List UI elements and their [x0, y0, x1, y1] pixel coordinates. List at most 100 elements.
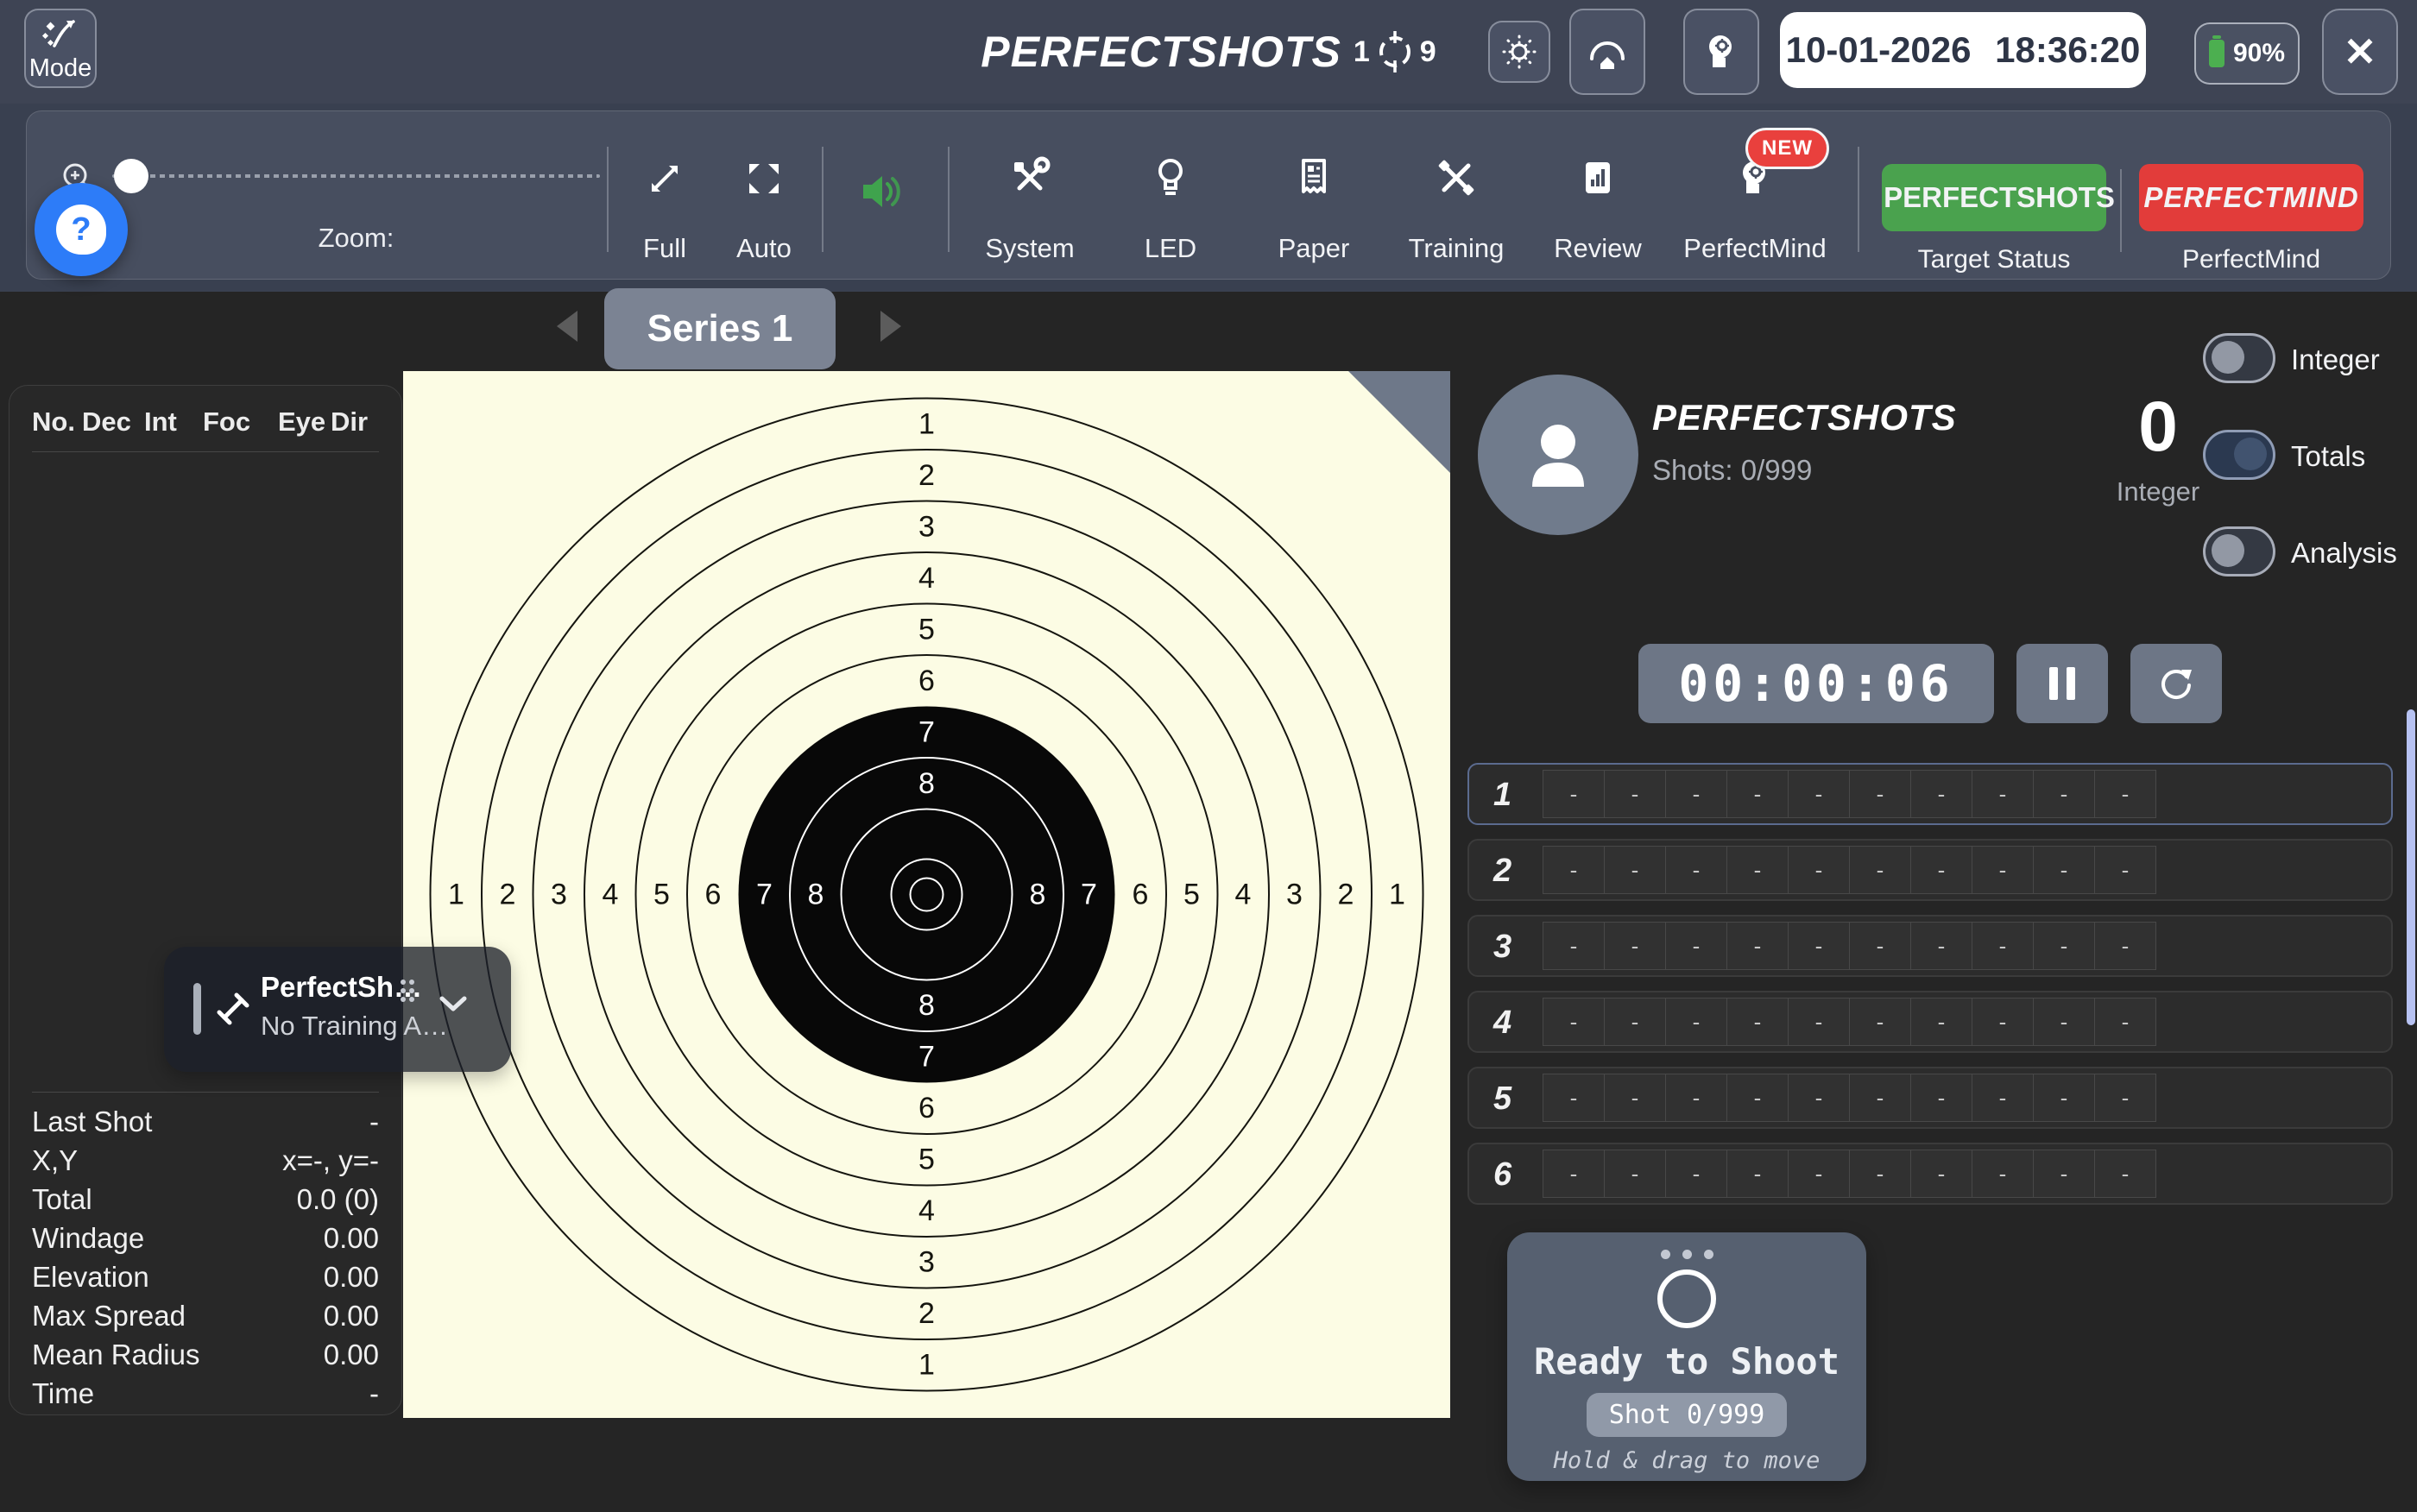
battery-indicator: 90%: [2194, 22, 2300, 85]
ring-number: 3: [1286, 879, 1303, 911]
ready-title: Ready to Shoot: [1534, 1340, 1840, 1383]
grab-bar-icon: [193, 983, 201, 1035]
score-cell: -: [2033, 770, 2095, 818]
row-number: 5: [1493, 1080, 1511, 1118]
scrollbar[interactable]: [2407, 709, 2415, 1025]
stat-row: Last Shot-: [32, 1102, 379, 1141]
zoom-slider-thumb[interactable]: [114, 159, 148, 193]
score-cell: -: [1849, 1150, 1911, 1198]
score-cell: -: [1726, 846, 1789, 894]
drag-dots-icon[interactable]: [399, 978, 416, 1004]
series-row[interactable]: 5----------: [1467, 1067, 2393, 1129]
score-cell: -: [2094, 998, 2156, 1046]
toggle-integer[interactable]: [2203, 333, 2275, 383]
ring-number: 3: [918, 511, 935, 544]
brightness-sun-icon: [1500, 33, 1538, 71]
column-header: No.: [32, 406, 82, 438]
reset-button[interactable]: [2130, 644, 2222, 723]
score-cell: -: [1972, 846, 2034, 894]
toolbar-item-training[interactable]: Training: [1400, 145, 1512, 266]
ring-number: 5: [918, 1143, 935, 1176]
stat-row: X,Yx=-, y=-: [32, 1141, 379, 1180]
toolbar-item-system[interactable]: System: [974, 145, 1086, 266]
stat-label: Max Spread: [32, 1300, 186, 1332]
datetime-display[interactable]: 10-01-2026 18:36:20: [1780, 12, 2146, 88]
series-row[interactable]: 6----------: [1467, 1143, 2393, 1205]
score-cell: -: [1543, 922, 1605, 970]
score-cell: -: [2094, 1150, 2156, 1198]
perfectmind-label: PerfectMind: [1683, 233, 1826, 266]
scope-arc-icon: [1585, 29, 1630, 74]
score-cell: -: [1665, 922, 1727, 970]
score-cell: -: [1726, 770, 1789, 818]
stat-row: Elevation0.00: [32, 1257, 379, 1296]
stat-value: 0.00: [324, 1300, 379, 1332]
ready-to-shoot-card[interactable]: Ready to Shoot Shot 0/999 Hold & drag to…: [1507, 1232, 1866, 1481]
ring-number: 2: [1338, 879, 1354, 911]
brightness-button[interactable]: [1488, 21, 1550, 83]
series-row[interactable]: 3----------: [1467, 915, 2393, 977]
score-cell: -: [1726, 1150, 1789, 1198]
divider: [32, 1092, 379, 1093]
toggle-integer-label: Integer: [2291, 343, 2380, 376]
score-cell: -: [1665, 1074, 1727, 1122]
row-number: 4: [1493, 1005, 1511, 1042]
help-button[interactable]: ?: [35, 183, 128, 276]
auto-expand-icon: [742, 157, 786, 200]
score-cell: -: [1604, 922, 1666, 970]
auto-button[interactable]: Auto: [716, 145, 811, 266]
profile-name: PERFECTSHOTS: [1652, 397, 1957, 438]
series-selector[interactable]: Series 1: [604, 288, 836, 369]
series-row[interactable]: 4 ----------: [1467, 991, 2393, 1053]
score-cell: -: [1604, 770, 1666, 818]
score-cell: -: [1543, 1074, 1605, 1122]
toolbar-item-led[interactable]: LED: [1114, 145, 1227, 266]
perfectmind-header-button[interactable]: [1683, 9, 1759, 95]
next-series-button[interactable]: [880, 311, 901, 342]
series-row[interactable]: 2----------: [1467, 839, 2393, 901]
ring-number: 8: [918, 989, 935, 1022]
score-cell: -: [1604, 1074, 1666, 1122]
stat-label: Total: [32, 1183, 92, 1216]
toolbar-item-review[interactable]: Review: [1542, 145, 1654, 266]
toolbar-item-paper[interactable]: Paper: [1258, 145, 1370, 266]
score-cells: ----------: [1543, 1150, 2156, 1198]
full-label: Full: [643, 233, 686, 266]
toggle-totals[interactable]: [2203, 430, 2275, 480]
score-cell: -: [1788, 1074, 1850, 1122]
target-status-button[interactable]: PERFECTSHOTS: [1882, 164, 2106, 231]
score-cell: -: [1726, 1074, 1789, 1122]
ring-number: 8: [918, 767, 935, 800]
score-cell: -: [1788, 922, 1850, 970]
score-cells: ----------: [1543, 770, 2156, 818]
training-widget[interactable]: PerfectSh… No Training A…: [164, 947, 511, 1072]
prev-series-button[interactable]: [557, 311, 577, 342]
series-score-table: 1----------2----------3----------4------…: [1467, 763, 2393, 1219]
ring-number: 1: [918, 408, 935, 441]
toggle-analysis[interactable]: [2203, 526, 2275, 576]
close-icon: ✕: [2344, 28, 2377, 75]
sound-button[interactable]: [858, 169, 906, 214]
ring-number: 6: [918, 665, 935, 697]
zoom-slider-track[interactable]: [112, 174, 600, 178]
score-cell: -: [2094, 846, 2156, 894]
perfectmind-status-button[interactable]: PERFECTMIND: [2139, 164, 2363, 231]
close-button[interactable]: ✕: [2322, 9, 2398, 95]
chevron-down-icon[interactable]: [439, 995, 468, 1012]
score-cells: ----------: [1543, 998, 2156, 1046]
scope-button[interactable]: [1569, 9, 1645, 95]
stat-value: -: [369, 1106, 379, 1138]
full-button[interactable]: Full: [617, 145, 712, 266]
mode-sparkle-arrow-icon: [41, 15, 80, 51]
score-cell: -: [1665, 846, 1727, 894]
pause-button[interactable]: [2016, 644, 2108, 723]
series-row[interactable]: 1----------: [1467, 763, 2393, 825]
dumbbell-icon: [214, 990, 252, 1028]
pause-icon: [2049, 667, 2075, 700]
score-cell: -: [1972, 1074, 2034, 1122]
score-cell: -: [1849, 922, 1911, 970]
ring-number: 8: [808, 879, 824, 911]
score-cell: -: [1665, 770, 1727, 818]
mode-button[interactable]: Mode: [24, 9, 97, 88]
ring-number: 1: [448, 879, 464, 911]
